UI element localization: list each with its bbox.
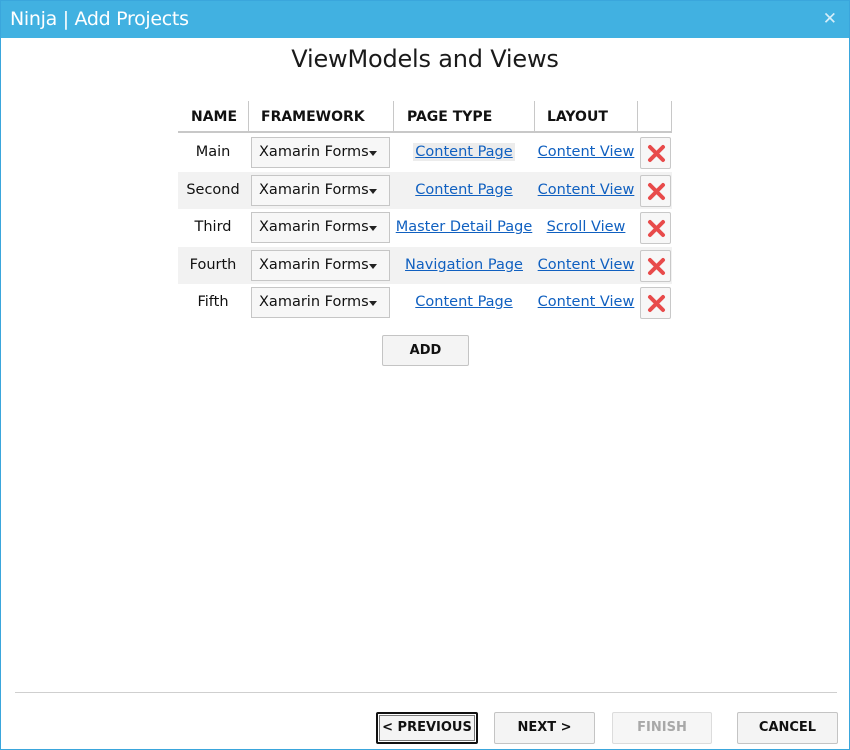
page-type-link[interactable]: Content Page [393,172,535,210]
page-type-link[interactable]: Content Page [393,284,535,322]
framework-dropdown[interactable]: Xamarin Forms [251,174,390,206]
delete-row-button[interactable] [640,137,671,169]
delete-x-icon [648,295,665,312]
add-projects-window: Ninja | Add Projects ✕ ViewModels and Vi… [0,0,850,750]
delete-x-icon [648,145,665,162]
window-title: Ninja | Add Projects [10,8,189,30]
next-button[interactable]: NEXT > [494,712,595,744]
framework-dropdown[interactable]: Xamarin Forms [251,287,390,318]
layout-link[interactable]: Content View [535,172,637,210]
previous-button[interactable]: < PREVIOUS [376,712,478,744]
cancel-button[interactable]: CANCEL [737,712,838,744]
column-header-framework: FRAMEWORK [261,109,365,125]
page-type-link[interactable]: Master Detail Page [393,209,535,247]
grid-header: NAME FRAMEWORK PAGE TYPE LAYOUT [178,101,672,133]
framework-dropdown[interactable]: Xamarin Forms [251,137,390,168]
table-row: Fourth Xamarin Forms Navigation Page Con… [178,246,672,285]
framework-value: Xamarin Forms [259,256,369,273]
framework-value: Xamarin Forms [259,294,369,310]
delete-row-button[interactable] [640,212,671,244]
delete-row-button[interactable] [640,287,671,319]
close-icon[interactable]: ✕ [823,9,837,29]
delete-x-icon [648,220,665,237]
layout-link[interactable]: Content View [535,134,637,172]
delete-row-button[interactable] [640,249,671,282]
layout-link[interactable]: Scroll View [535,209,637,247]
column-divider [671,101,672,131]
row-name: Fourth [189,256,237,273]
title-bar: Ninja | Add Projects ✕ [1,1,849,38]
viewmodels-grid: NAME FRAMEWORK PAGE TYPE LAYOUT Main Xam… [178,101,672,322]
table-row: Second Xamarin Forms Content Page Conten… [178,171,672,210]
dropdown-arrow-icon [369,226,377,231]
page-type-link[interactable]: Content Page [393,134,535,172]
framework-dropdown[interactable]: Xamarin Forms [251,249,390,281]
row-name: Fifth [197,294,229,310]
dropdown-arrow-icon [369,188,377,194]
delete-row-button[interactable] [640,174,671,207]
layout-link[interactable]: Content View [535,284,637,322]
finish-button: FINISH [612,712,712,744]
layout-link[interactable]: Content View [535,247,637,285]
dropdown-arrow-icon [369,151,377,156]
add-row-button[interactable]: ADD [382,335,469,366]
footer-divider [15,692,837,693]
delete-x-icon [648,182,665,200]
framework-value: Xamarin Forms [259,181,369,198]
page-title: ViewModels and Views [291,45,559,73]
delete-x-icon [648,257,665,275]
column-divider [637,101,638,131]
row-name: Second [186,181,240,198]
page-type-link[interactable]: Navigation Page [393,247,535,285]
framework-value: Xamarin Forms [259,144,369,160]
column-divider [534,101,535,131]
table-row: Third Xamarin Forms Master Detail Page S… [178,209,672,247]
column-divider [393,101,394,131]
column-divider [248,101,249,131]
row-name: Third [194,219,232,235]
table-row: Fifth Xamarin Forms Content Page Content… [178,284,672,322]
framework-dropdown[interactable]: Xamarin Forms [251,212,390,243]
framework-value: Xamarin Forms [259,219,369,235]
table-row: Main Xamarin Forms Content Page Content … [178,134,672,172]
column-header-page-type: PAGE TYPE [407,109,493,125]
page-type-label: Content Page [413,143,515,161]
row-name: Main [195,144,231,160]
column-header-name: NAME [191,109,238,125]
column-header-layout: LAYOUT [547,109,608,125]
dropdown-arrow-icon [369,263,377,269]
dropdown-arrow-icon [369,301,377,306]
